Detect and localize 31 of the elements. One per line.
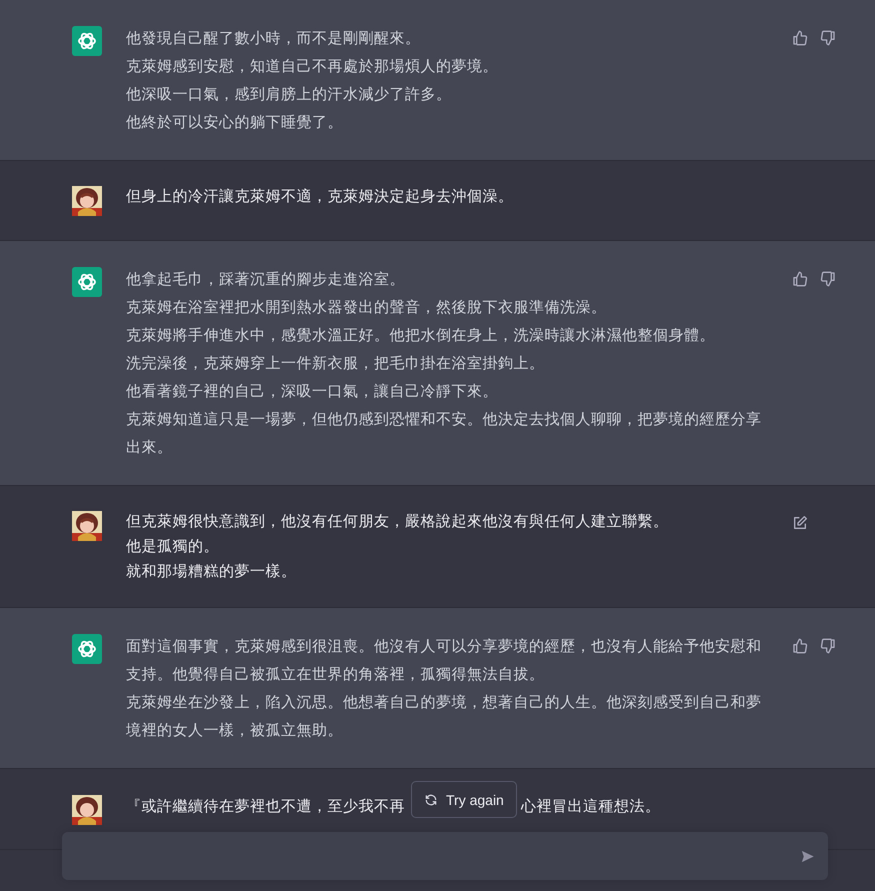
message-text: 心裡冒出這種想法。 <box>521 796 660 817</box>
logo-icon <box>72 634 102 664</box>
logo-icon <box>72 267 102 297</box>
message-text: 他是孤獨的。 <box>126 536 220 557</box>
message-text: 他拿起毛巾，踩著沉重的腳步走進浴室。 <box>126 269 406 290</box>
message-text: 他終於可以安心的躺下睡覺了。 <box>126 112 344 133</box>
message-text: 他深吸一口氣，感到肩膀上的汗水減少了許多。 <box>126 84 452 105</box>
message-text: 克萊姆坐在沙發上，陷入沉思。他想著自己的夢境，想著自己的人生。他深刻感受到自己和夢境裡的女人一樣，被孤立無助。 <box>126 692 762 741</box>
message-text: 面對這個事實，克萊姆感到很沮喪。他沒有人可以分享夢境的經歷，也沒有人能給予他安慰和支持。他覺得自己被孤立在世界的角落裡，孤獨得無法自拔。 <box>126 636 762 685</box>
message-text: 克萊姆在浴室裡把水開到熱水器發出的聲音，然後脫下衣服準備洗澡。 <box>126 297 608 318</box>
thumbs-up-icon[interactable] <box>792 638 808 654</box>
try-again-button[interactable]: Try again <box>411 781 517 818</box>
message-text: 洗完澡後，克萊姆穿上一件新衣服，把毛巾掛在浴室掛鉤上。 <box>126 353 546 374</box>
message-text: 他看著鏡子裡的自己，深吸一口氣，讓自己冷靜下來。 <box>126 381 499 402</box>
message-text: 但克萊姆很快意識到，他沒有任何朋友，嚴格說起來他沒有與任何人建立聯繫。 <box>126 511 670 532</box>
refresh-icon <box>424 792 438 806</box>
edit-icon[interactable] <box>792 515 808 531</box>
message-input[interactable] <box>62 832 828 880</box>
message-text: 就和那場糟糕的夢一樣。 <box>126 561 298 582</box>
message-text: 克萊姆知道這只是一場夢，但他仍感到恐懼和不安。他決定去找個人聊聊，把夢境的經歷分享出來。 <box>126 409 762 458</box>
thumbs-down-icon[interactable] <box>820 271 836 287</box>
thumbs-down-icon[interactable] <box>820 638 836 654</box>
thumbs-down-icon[interactable] <box>820 30 836 46</box>
message-text: 『或許繼續待在夢裡也不遭，至少我不再 <box>126 796 406 817</box>
thumbs-up-icon[interactable] <box>792 30 808 46</box>
message-text: 但身上的冷汗讓克萊姆不適，克萊姆決定起身去沖個澡。 <box>126 186 514 207</box>
message-text: 克萊姆將手伸進水中，感覺水溫正好。他把水倒在身上，洗澡時讓水淋濕他整個身體。 <box>126 325 716 346</box>
logo-icon <box>72 26 102 56</box>
message-text: 克萊姆感到安慰，知道自己不再處於那場煩人的夢境。 <box>126 56 499 77</box>
message-text: 他發現自己醒了數小時，而不是剛剛醒來。 <box>126 28 422 49</box>
thumbs-up-icon[interactable] <box>792 271 808 287</box>
